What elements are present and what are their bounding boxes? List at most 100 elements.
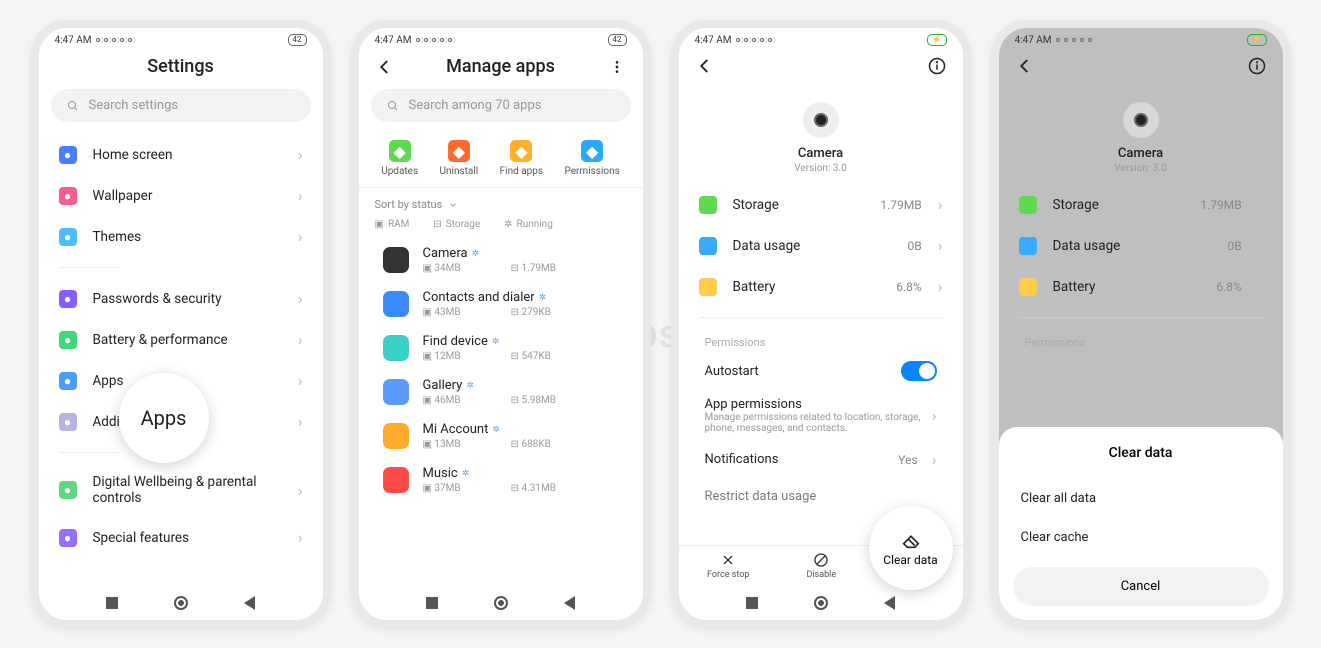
nav-back[interactable]: [884, 596, 895, 610]
settings-row-battery[interactable]: ● Battery & performance ›: [47, 319, 315, 360]
chevron-right-icon: ›: [298, 289, 303, 308]
stat-storage[interactable]: Storage 1.79MB ›: [1007, 184, 1275, 225]
app-version: Version: 3.0: [794, 163, 846, 174]
app-row[interactable]: Find device ✲ ▣ 12MB ⊟ 547KB: [367, 326, 635, 370]
sort-button[interactable]: Sort by status: [359, 188, 643, 217]
nav-home[interactable]: [494, 596, 508, 610]
bottom-disable[interactable]: Disable: [806, 552, 836, 580]
battery-icon: ⚡: [1247, 34, 1267, 46]
chevron-right-icon: ›: [1258, 277, 1263, 296]
ram-value: ▣ 13MB: [423, 439, 461, 450]
nav-recents[interactable]: [106, 597, 118, 609]
bottom-force-stop[interactable]: Force stop: [707, 552, 749, 580]
nav-back[interactable]: [564, 596, 575, 610]
magnifier-clear-data: Clear data: [869, 506, 953, 590]
app-list: Camera ✲ ▣ 34MB ⊟ 1.79MB Contacts and di…: [359, 238, 643, 586]
battery-icon: 42: [608, 34, 627, 46]
settings-row-themes[interactable]: ● Themes ›: [47, 216, 315, 257]
stat-label: Storage: [1053, 197, 1185, 213]
header: [679, 48, 963, 84]
settings-row-home[interactable]: ● Home screen ›: [47, 134, 315, 175]
chevron-right-icon: ›: [298, 412, 303, 431]
x-icon: [720, 552, 736, 568]
nav-recents[interactable]: [426, 597, 438, 609]
clear-all-data-option[interactable]: Clear all data: [1013, 479, 1269, 518]
permissions-icon: ◆: [581, 140, 603, 162]
app-icon: [383, 247, 409, 273]
search-input[interactable]: Search settings: [51, 89, 311, 122]
app-row[interactable]: Mi Account ✲ ▣ 13MB ⊟ 688KB: [367, 414, 635, 458]
status-bar: 4:47 AM ⚡: [999, 28, 1283, 48]
nav-back[interactable]: [244, 596, 255, 610]
back-button[interactable]: [695, 56, 715, 76]
clear-data-dialog: Clear data Clear all data Clear cache Ca…: [999, 427, 1283, 620]
settings-row-special[interactable]: ● Special features ›: [47, 517, 315, 558]
row-label: Themes: [93, 229, 282, 245]
autostart-toggle[interactable]: [901, 361, 937, 381]
stat-data-usage[interactable]: Data usage 0B ›: [687, 225, 955, 266]
back-button[interactable]: [375, 57, 395, 77]
erase-icon: [900, 529, 922, 551]
stat-data-usage[interactable]: Data usage 0B ›: [1007, 225, 1275, 266]
phone-manage-apps: 4:47 AM 42 Manage apps Search among 70 a…: [351, 20, 651, 628]
chevron-right-icon: ›: [298, 528, 303, 547]
stat-battery[interactable]: Battery 6.8% ›: [1007, 266, 1275, 307]
chevron-down-icon: [448, 200, 458, 210]
search-icon: [67, 100, 79, 112]
app-icon: [383, 379, 409, 405]
app-hero: Camera Version: 3.0: [999, 84, 1283, 184]
stat-label: Data usage: [1053, 238, 1212, 254]
running-icon: ✲: [492, 337, 500, 347]
storage-value: ⊟ 688KB: [511, 439, 551, 450]
info-button[interactable]: [927, 56, 947, 76]
stat-icon: [1019, 278, 1037, 296]
ram-value: ▣ 46MB: [423, 395, 461, 406]
action-find apps[interactable]: ◆ Find apps: [500, 140, 543, 177]
detail-list: Storage 1.79MB › Data usage 0B › Battery…: [679, 184, 963, 545]
stat-label: Storage: [733, 197, 865, 213]
permissions-label: Permissions: [1007, 328, 1275, 351]
app-row[interactable]: Music ✲ ▣ 37MB ⊟ 4.31MB: [367, 458, 635, 502]
settings-row-wellbeing[interactable]: ● Digital Wellbeing & parental controls …: [47, 463, 315, 517]
stat-storage[interactable]: Storage 1.79MB ›: [687, 184, 955, 225]
autostart-row[interactable]: Autostart: [687, 351, 955, 391]
nav-home[interactable]: [814, 596, 828, 610]
ram-value: ▣ 37MB: [423, 483, 461, 494]
back-button[interactable]: [1015, 56, 1035, 76]
clear-cache-option[interactable]: Clear cache: [1013, 518, 1269, 557]
more-button[interactable]: [607, 57, 627, 77]
ram-value: ▣ 43MB: [423, 307, 461, 318]
running-icon: ✲: [462, 469, 470, 479]
action-updates[interactable]: ◆ Updates: [381, 140, 418, 177]
search-input[interactable]: Search among 70 apps: [371, 89, 631, 122]
permissions-label: Permissions: [687, 328, 955, 351]
nav-bar: [679, 586, 963, 620]
app-icon: [383, 467, 409, 493]
header: [999, 48, 1283, 84]
slash-icon: [813, 552, 829, 568]
action-permissions[interactable]: ◆ Permissions: [564, 140, 619, 177]
app-row[interactable]: Gallery ✲ ▣ 46MB ⊟ 5.98MB: [367, 370, 635, 414]
stat-battery[interactable]: Battery 6.8% ›: [687, 266, 955, 307]
settings-list: ● Home screen › ● Wallpaper › ● Themes ›…: [39, 134, 323, 586]
app-row[interactable]: Camera ✲ ▣ 34MB ⊟ 1.79MB: [367, 238, 635, 282]
nav-home[interactable]: [174, 596, 188, 610]
cancel-button[interactable]: Cancel: [1013, 567, 1269, 606]
info-button[interactable]: [1247, 56, 1267, 76]
app-permissions-row[interactable]: App permissions Manage permissions relat…: [687, 391, 955, 440]
app-row[interactable]: Contacts and dialer ✲ ▣ 43MB ⊟ 279KB: [367, 282, 635, 326]
action-bar: ◆ Updates ◆ Uninstall ◆ Find apps ◆ Perm…: [359, 134, 643, 188]
more-icon: ●: [59, 413, 77, 431]
wellbeing-icon: ●: [59, 481, 77, 499]
notifications-row[interactable]: Notifications Yes ›: [687, 440, 955, 479]
action-uninstall[interactable]: ◆ Uninstall: [440, 140, 479, 177]
settings-row-wallpaper[interactable]: ● Wallpaper ›: [47, 175, 315, 216]
app-icon: [383, 291, 409, 317]
nav-recents[interactable]: [746, 597, 758, 609]
status-bar: 4:47 AM 42: [39, 28, 323, 48]
running-icon: ✲: [466, 381, 474, 391]
settings-row-shield[interactable]: ● Passwords & security ›: [47, 278, 315, 319]
wallpaper-icon: ●: [59, 187, 77, 205]
phone-clear-data-dialog: 4:47 AM ⚡ Camera Version: 3.0 Storage 1.…: [991, 20, 1291, 628]
stat-label: Battery: [1053, 279, 1201, 295]
